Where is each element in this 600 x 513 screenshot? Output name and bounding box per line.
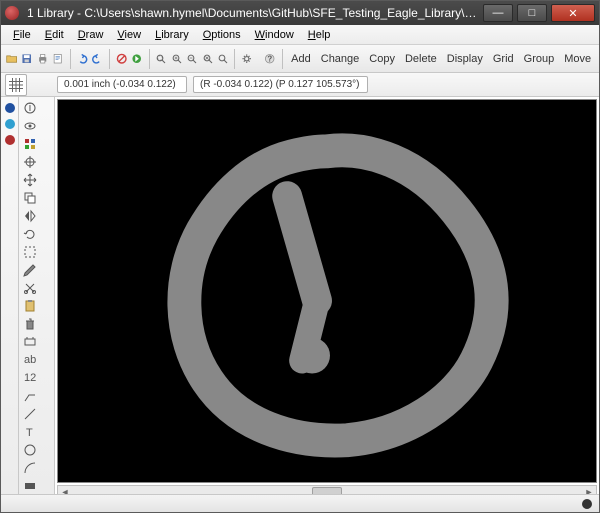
editor-canvas[interactable] <box>57 99 597 483</box>
zoom-in-icon[interactable] <box>170 48 183 70</box>
content-area: i ab 12 T <box>1 97 599 494</box>
minimize-button[interactable]: — <box>483 4 513 22</box>
menu-file[interactable]: File <box>7 27 37 43</box>
tool-arc-icon[interactable] <box>22 460 38 476</box>
grid-icon[interactable] <box>5 74 27 96</box>
tool-paste-icon[interactable] <box>22 298 38 314</box>
tool-display-icon[interactable] <box>22 136 38 152</box>
tool-copy-icon[interactable] <box>22 190 38 206</box>
scroll-thumb[interactable] <box>312 487 342 494</box>
tool-group-icon[interactable] <box>22 244 38 260</box>
tool-text-icon[interactable]: T <box>22 424 38 440</box>
menu-window[interactable]: Window <box>249 27 300 43</box>
tool-move-icon[interactable] <box>22 172 38 188</box>
tool-wire-icon[interactable] <box>22 406 38 422</box>
action-change[interactable]: Change <box>317 51 364 67</box>
scroll-left-icon[interactable]: ◄ <box>58 486 72 494</box>
layer-dot-red[interactable] <box>5 135 15 145</box>
tool-split-icon[interactable] <box>22 388 38 404</box>
tool-add-icon[interactable] <box>22 334 38 350</box>
print-icon[interactable] <box>36 48 49 70</box>
action-delete[interactable]: Delete <box>401 51 441 67</box>
layer-dot-blue[interactable] <box>5 103 15 113</box>
zoom-fit-icon[interactable] <box>154 48 167 70</box>
open-icon[interactable] <box>5 48 18 70</box>
scroll-right-icon[interactable]: ► <box>582 486 596 494</box>
canvas-wrap: ◄ ► Description Use the DESCRIPTION comm… <box>55 97 599 494</box>
svg-text:T: T <box>26 427 33 439</box>
layer-dot-cyan[interactable] <box>5 119 15 129</box>
horizontal-scrollbar[interactable]: ◄ ► <box>57 485 597 494</box>
menu-options[interactable]: Options <box>197 27 247 43</box>
menu-view[interactable]: View <box>111 27 147 43</box>
tool-rotate-icon[interactable] <box>22 226 38 242</box>
app-icon <box>5 6 19 20</box>
action-add[interactable]: Add <box>287 51 315 67</box>
gear-icon[interactable] <box>240 48 253 70</box>
zoom-select-icon[interactable] <box>216 48 229 70</box>
status-bar <box>1 494 599 512</box>
action-display[interactable]: Display <box>443 51 487 67</box>
tool-name-icon[interactable]: ab <box>22 352 38 368</box>
tool-mirror-icon[interactable] <box>22 208 38 224</box>
tool-cut-icon[interactable] <box>22 280 38 296</box>
menu-edit[interactable]: Edit <box>39 27 70 43</box>
zoom-out-icon[interactable] <box>185 48 198 70</box>
tool-value-icon[interactable]: 12 <box>22 370 38 386</box>
coord-absolute: 0.001 inch (-0.034 0.122) <box>57 76 187 93</box>
undo-icon[interactable] <box>75 48 88 70</box>
maximize-button[interactable]: □ <box>517 4 547 22</box>
redo-icon[interactable] <box>91 48 104 70</box>
tool-rect-icon[interactable] <box>22 478 38 494</box>
script-icon[interactable] <box>51 48 64 70</box>
tool-change-icon[interactable] <box>22 262 38 278</box>
svg-text:i: i <box>29 102 31 114</box>
menu-draw[interactable]: Draw <box>72 27 110 43</box>
zoom-redraw-icon[interactable] <box>201 48 214 70</box>
tool-circle-icon[interactable] <box>22 442 38 458</box>
svg-text:?: ? <box>267 54 272 63</box>
action-group[interactable]: Group <box>520 51 559 67</box>
tool-info-icon[interactable]: i <box>22 100 38 116</box>
help-icon[interactable]: ? <box>263 48 276 70</box>
title-bar: 1 Library - C:\Users\shawn.hymel\Documen… <box>1 1 599 25</box>
main-toolbar: ? Add Change Copy Delete Display Grid Gr… <box>1 45 599 73</box>
action-grid[interactable]: Grid <box>489 51 518 67</box>
menu-library[interactable]: Library <box>149 27 195 43</box>
go-icon[interactable] <box>130 48 143 70</box>
status-indicator-icon <box>581 498 593 510</box>
svg-text:ab: ab <box>24 354 36 366</box>
package-drawing <box>58 100 596 482</box>
tool-delete-icon[interactable] <box>22 316 38 332</box>
action-move[interactable]: Move <box>560 51 595 67</box>
close-button[interactable]: ✕ <box>551 4 595 22</box>
coord-relative: (R -0.034 0.122) (P 0.127 105.573°) <box>193 76 368 93</box>
tool-palette: i ab 12 T <box>19 97 55 494</box>
menu-bar: File Edit Draw View Library Options Wind… <box>1 25 599 45</box>
layer-strip <box>1 97 19 494</box>
tool-show-icon[interactable] <box>22 118 38 134</box>
action-copy[interactable]: Copy <box>365 51 399 67</box>
cancel-icon[interactable] <box>115 48 128 70</box>
tool-mark-icon[interactable] <box>22 154 38 170</box>
window-title: 1 Library - C:\Users\shawn.hymel\Documen… <box>23 6 479 20</box>
save-icon[interactable] <box>20 48 33 70</box>
svg-text:12: 12 <box>24 372 36 384</box>
coord-bar: 0.001 inch (-0.034 0.122) (R -0.034 0.12… <box>1 73 599 97</box>
menu-help[interactable]: Help <box>302 27 337 43</box>
